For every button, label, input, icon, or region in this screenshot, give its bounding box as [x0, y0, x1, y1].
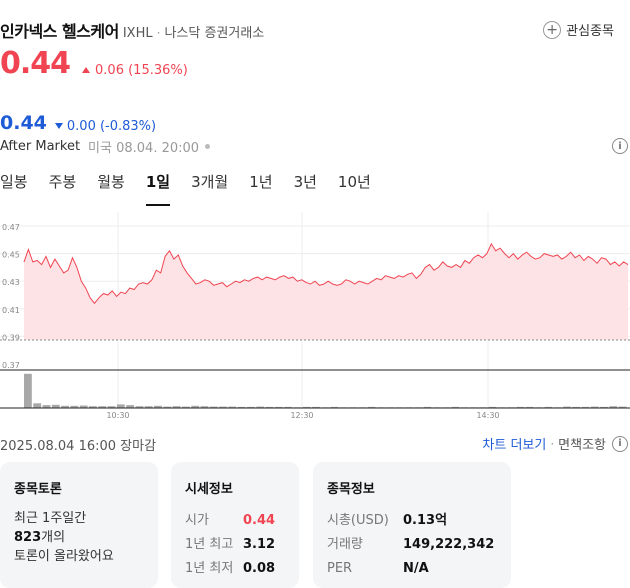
- discussion-count-line: 823개의: [14, 528, 144, 547]
- discussion-count-suffix: 개의: [41, 530, 66, 545]
- row-label: 1년 최저: [185, 561, 234, 576]
- chart-svg: 0.47 0.45 0.43 0.41 0.39 0.37 10:30 12:30 14:30: [0, 212, 630, 420]
- row-label: 시가: [185, 513, 209, 528]
- header-separator: ·: [156, 26, 161, 40]
- row-value: 0.13억: [403, 513, 448, 528]
- market-info-card[interactable]: 시세정보 시가 0.44 1년 최고 3.12 1년 최저 0.08: [171, 462, 299, 588]
- stock-row-per: PER N/A: [327, 557, 497, 581]
- volume-bar: [116, 404, 125, 408]
- discussion-count: 823: [14, 530, 42, 545]
- price-chart[interactable]: 0.47 0.45 0.43 0.41 0.39 0.37 10:30 12:30 14:30: [0, 212, 630, 422]
- row-value: 149,222,342: [403, 537, 495, 552]
- stock-info-card[interactable]: 종목정보 시총(USD) 0.13억 거래량 149,222,342 PER N…: [313, 462, 511, 588]
- period-tabs: 일봉 주봉 월봉 1일 3개월 1년 3년 10년: [0, 171, 392, 206]
- after-market-price: 0.44: [0, 112, 47, 134]
- market-row-52w-low: 1년 최저 0.08: [185, 557, 285, 581]
- chart-more-link[interactable]: 차트 더보기: [482, 434, 546, 453]
- after-market-label: After Market: [0, 139, 81, 154]
- price-row: 0.44 0.06 (15.36%): [0, 46, 188, 81]
- stock-exchange: 나스닥 증권거래소: [164, 26, 265, 41]
- status-dot-icon: [205, 144, 211, 149]
- watchlist-label: 관심종목: [566, 24, 614, 39]
- stock-header: 인카넥스 헬스케어 IXHL · 나스닥 증권거래소: [0, 18, 264, 42]
- x-tick-label: 12:30: [290, 411, 313, 420]
- volume-bar: [33, 403, 42, 408]
- stock-name: 인카넥스 헬스케어: [0, 22, 119, 41]
- card-title: 종목정보: [327, 482, 375, 497]
- discussion-card[interactable]: 종목토론 최근 1주일간 823개의 토론이 올라왔어요: [0, 462, 158, 588]
- card-title: 종목토론: [14, 482, 62, 497]
- after-market-meta: After Market 미국 08.04. 20:00: [0, 137, 211, 156]
- info-icon[interactable]: i: [612, 138, 628, 154]
- triangle-down-icon: [54, 123, 63, 129]
- footer-links: 차트 더보기 · 면책조항 i: [482, 434, 628, 453]
- market-row-open: 시가 0.44: [185, 509, 285, 533]
- volume-bar: [24, 373, 32, 408]
- stock-row-volume: 거래량 149,222,342: [327, 533, 497, 557]
- y-tick-label: 0.43: [2, 278, 20, 287]
- market-row-52w-high: 1년 최고 3.12: [185, 533, 285, 557]
- y-tick-label: 0.39: [2, 333, 20, 342]
- tab-3month[interactable]: 3개월: [191, 171, 228, 206]
- row-label: 시총(USD): [327, 513, 389, 528]
- after-market-change: 0.00 (-0.83%): [54, 118, 157, 134]
- row-value: 0.08: [243, 561, 276, 576]
- discussion-line1: 최근 1주일간: [14, 511, 87, 526]
- add-watchlist-button[interactable]: + 관심종목: [543, 20, 614, 39]
- tab-1year[interactable]: 1년: [249, 171, 272, 206]
- footer-separator: ·: [550, 436, 555, 451]
- market-close-time: 2025.08.04 16:00 장마감: [0, 439, 157, 454]
- price-change: 0.06 (15.36%): [82, 63, 188, 78]
- current-price: 0.44: [0, 46, 71, 81]
- tab-daily[interactable]: 일봉: [0, 171, 28, 206]
- row-label: 거래량: [327, 537, 363, 552]
- plus-icon: +: [543, 20, 562, 39]
- y-tick-label: 0.45: [2, 251, 20, 260]
- x-tick-label: 14:30: [476, 411, 499, 420]
- tab-weekly[interactable]: 주봉: [49, 171, 77, 206]
- y-tick-label: 0.41: [2, 306, 20, 315]
- x-tick-label: 10:30: [106, 411, 129, 420]
- after-market-change-value: 0.00 (-0.83%): [66, 118, 157, 134]
- discussion-line3: 토론이 올라왔어요: [14, 549, 114, 564]
- tab-3year[interactable]: 3년: [294, 171, 317, 206]
- after-market-time: 미국 08.04. 20:00: [88, 141, 200, 156]
- tab-10year[interactable]: 10년: [338, 171, 371, 206]
- row-label: 1년 최고: [185, 537, 234, 552]
- after-market-row: 0.44 0.00 (-0.83%): [0, 112, 156, 134]
- stock-row-marketcap: 시총(USD) 0.13억: [327, 509, 497, 533]
- row-value: 0.44: [243, 513, 276, 528]
- card-title: 시세정보: [185, 482, 233, 497]
- price-change-value: 0.06 (15.36%): [95, 62, 188, 78]
- y-tick-label: 0.47: [2, 223, 20, 232]
- row-value: 3.12: [243, 537, 276, 552]
- tab-1day[interactable]: 1일: [145, 171, 171, 206]
- y-tick-label: 0.37: [2, 361, 20, 370]
- disclaimer-link[interactable]: 면책조항: [558, 434, 606, 453]
- row-value: N/A: [403, 561, 429, 576]
- tab-monthly[interactable]: 월봉: [97, 171, 125, 206]
- row-label: PER: [327, 561, 353, 576]
- triangle-up-icon: [82, 67, 91, 73]
- disclaimer-info-icon[interactable]: i: [612, 435, 628, 452]
- stock-ticker: IXHL: [122, 26, 153, 41]
